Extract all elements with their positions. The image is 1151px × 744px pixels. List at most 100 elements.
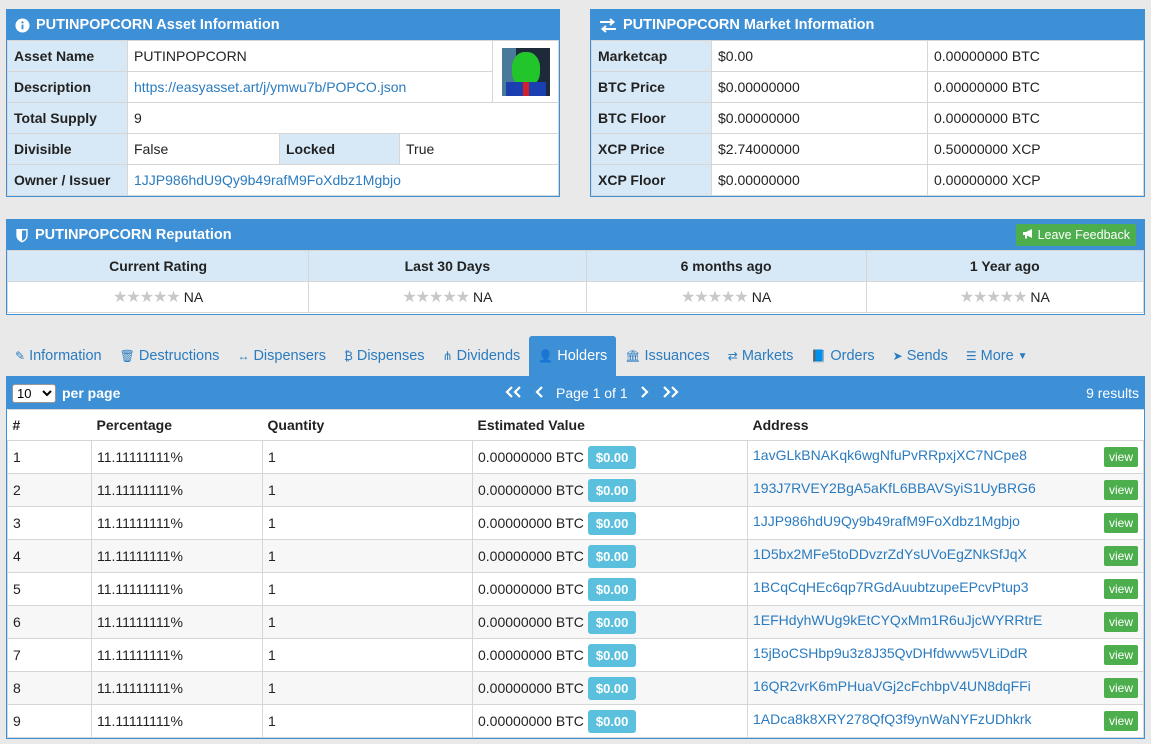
btc-value: 0.00000000 BTC	[478, 679, 584, 696]
holder-percentage: 11.11111111%	[91, 605, 263, 639]
first-page-button[interactable]	[504, 385, 524, 401]
view-button[interactable]: view	[1103, 678, 1138, 698]
prev-page-button[interactable]	[534, 385, 546, 401]
tab-information[interactable]: ✎ Information	[6, 336, 111, 376]
per-page-select[interactable]: 10	[12, 383, 56, 403]
row-number: 4	[7, 539, 92, 573]
table-row: 6 11.11111111% 1 0.00000000 BTC $0.00 1EFHdyh…	[7, 605, 1144, 639]
holders-column-header: Percentage	[91, 409, 263, 441]
holder-address-link[interactable]: 1BCqCqHEc6qp7RGdAuubtzupeEPcvPtup3	[753, 579, 1029, 595]
address-cell: 1avGLkBNAKqk6wgNfuPvRRpxjXC7NCpe8 view	[747, 440, 1144, 474]
results-count: 9 results	[1086, 385, 1139, 401]
next-page-button[interactable]	[638, 385, 650, 401]
address-cell: 1EFHdyhWUg9kEtCYQxMm1R6uJjcWYRRtrE view	[747, 605, 1144, 639]
row-number: 2	[7, 473, 92, 507]
tab-label: Orders	[830, 348, 875, 364]
address-cell: 15jBoCSHbp9u3z8J35QvDHfdwvw5VLiDdR view	[747, 638, 1144, 672]
tab-label: Issuances	[644, 348, 710, 364]
tab-dividends[interactable]: ⋔ Dividends	[434, 336, 530, 376]
reputation-header: PUTINPOPCORN Reputation Leave Feedback	[7, 220, 1144, 250]
star-rating-icon: ★★★★★	[113, 289, 181, 306]
arrows-h-icon: ↔	[237, 349, 250, 363]
list-icon: ☰	[965, 349, 977, 363]
tab-label: Dispensers	[253, 348, 326, 364]
view-button[interactable]: view	[1103, 480, 1138, 500]
holder-percentage: 11.11111111%	[91, 539, 263, 573]
view-button[interactable]: view	[1103, 711, 1138, 731]
market-label: BTC Price	[591, 71, 712, 103]
description-label: Description	[7, 71, 128, 103]
tab-more[interactable]: ☰ More ▼	[957, 336, 1037, 376]
table-row: 1 11.11111111% 1 0.00000000 BTC $0.00 1avGLkB…	[7, 440, 1144, 474]
tab-label: Markets	[741, 348, 794, 364]
usd-value-badge: $0.00	[587, 577, 637, 601]
market-usd-value: $0.00000000	[711, 71, 928, 103]
holder-address-link[interactable]: 1EFHdyhWUg9kEtCYQxMm1R6uJjcWYRRtrE	[753, 612, 1042, 628]
holder-address-link[interactable]: 1ADca8k8XRY278QfQ3f9ynWaNYFzUDhkrk	[753, 711, 1032, 727]
holder-quantity: 1	[262, 440, 473, 474]
row-number: 8	[7, 671, 92, 705]
view-button[interactable]: view	[1103, 612, 1138, 632]
chevron-right-icon	[640, 386, 649, 398]
tab-label: Holders	[557, 348, 608, 364]
market-crypto-value: 0.50000000 XCP	[927, 133, 1144, 165]
reputation-column-header: 1 Year ago	[865, 250, 1145, 282]
leave-feedback-button[interactable]: Leave Feedback	[1015, 224, 1136, 246]
tab-dispenses[interactable]: ₿ Dispenses	[335, 336, 434, 376]
bank-icon: 🏛	[625, 349, 641, 363]
last-page-button[interactable]	[660, 385, 680, 401]
view-button[interactable]: view	[1103, 513, 1138, 533]
reputation-column-header: Current Rating	[6, 250, 310, 282]
holder-address-link[interactable]: 16QR2vrK6mPHuaVGj2cFchbpV4UN8dqFFi	[753, 678, 1031, 694]
table-row: 2 11.11111111% 1 0.00000000 BTC $0.00 193J7RV…	[7, 473, 1144, 507]
holder-address-link[interactable]: 1JJP986hdU9Qy9b49rafM9FoXdbz1Mgbjo	[753, 513, 1020, 529]
market-row: BTC Price $0.00000000 0.00000000 BTC	[591, 71, 1144, 103]
btc-value: 0.00000000 BTC	[478, 613, 584, 630]
address-cell: 16QR2vrK6mPHuaVGj2cFchbpV4UN8dqFFi view	[747, 671, 1144, 705]
holder-quantity: 1	[262, 473, 473, 507]
tab-label: Information	[29, 348, 102, 364]
view-button[interactable]: view	[1103, 546, 1138, 566]
tab-issuances[interactable]: 🏛 Issuances	[616, 336, 719, 376]
star-rating-icon: ★★★★★	[959, 289, 1028, 306]
holders-panel: 10 per page Page 1 of 1 9 results # Perce…	[6, 376, 1145, 739]
tab-label: Dividends	[456, 348, 521, 364]
asset-tabs: ✎ Information 🗑 Destructions ↔ Dispensers ₿ Dis…	[6, 336, 1145, 376]
paperclip-icon: ✎	[15, 349, 26, 363]
tab-destructions[interactable]: 🗑 Destructions	[111, 336, 229, 376]
owner-issuer-link[interactable]: 1JJP986hdU9Qy9b49rafM9FoXdbz1Mgbjo	[134, 172, 401, 188]
holder-address-link[interactable]: 15jBoCSHbp9u3z8J35QvDHfdwvw5VLiDdR	[753, 645, 1028, 661]
tab-orders[interactable]: 📘 Orders	[802, 336, 883, 376]
address-cell: 1BCqCqHEc6qp7RGdAuubtzupeEPcvPtup3 view	[747, 572, 1144, 606]
star-rating-icon: ★★★★★	[402, 289, 470, 306]
reputation-value-cell: ★★★★★ NA	[865, 281, 1145, 313]
holder-percentage: 11.11111111%	[91, 506, 263, 540]
tab-markets[interactable]: ⇄ Markets	[719, 336, 803, 376]
caret-down-icon: ▼	[1017, 350, 1028, 362]
view-button[interactable]: view	[1103, 447, 1138, 467]
holder-address-link[interactable]: 193J7RVEY2BgA5aKfL6BBAVSyiS1UyBRG6	[753, 480, 1036, 496]
total-supply-label: Total Supply	[7, 102, 128, 134]
tab-sends[interactable]: ➤ Sends	[884, 336, 957, 376]
asset-image[interactable]	[501, 47, 550, 96]
table-row: 7 11.11111111% 1 0.00000000 BTC $0.00 15jBoCS…	[7, 638, 1144, 672]
view-button[interactable]: view	[1103, 645, 1138, 665]
holder-address-link[interactable]: 1D5bx2MFe5toDDvzrZdYsUVoEgZNkSfJqX	[753, 546, 1027, 562]
address-cell: 1JJP986hdU9Qy9b49rafM9FoXdbz1Mgbjo view	[747, 506, 1144, 540]
row-number: 1	[7, 440, 92, 474]
holder-address-link[interactable]: 1avGLkBNAKqk6wgNfuPvRRpxjXC7NCpe8	[753, 447, 1027, 463]
tab-holders[interactable]: 👤 Holders	[529, 336, 617, 376]
asset-information-header: PUTINPOPCORN Asset Information	[7, 10, 559, 40]
divisible-value: False	[127, 133, 280, 165]
holder-percentage: 11.11111111%	[91, 440, 263, 474]
market-row: XCP Price $2.74000000 0.50000000 XCP	[591, 133, 1144, 165]
btc-value: 0.00000000 BTC	[478, 580, 584, 597]
tab-dispensers[interactable]: ↔ Dispensers	[228, 336, 335, 376]
estimated-value-cell: 0.00000000 BTC $0.00	[472, 638, 748, 672]
bitcoin-icon: ₿	[343, 349, 353, 363]
double-chevron-left-icon	[505, 386, 521, 398]
btc-value: 0.00000000 BTC	[478, 712, 584, 729]
reputation-value: NA	[751, 289, 772, 305]
description-link[interactable]: https://easyasset.art/j/ymwu7b/POPCO.jso…	[134, 79, 406, 95]
view-button[interactable]: view	[1103, 579, 1138, 599]
